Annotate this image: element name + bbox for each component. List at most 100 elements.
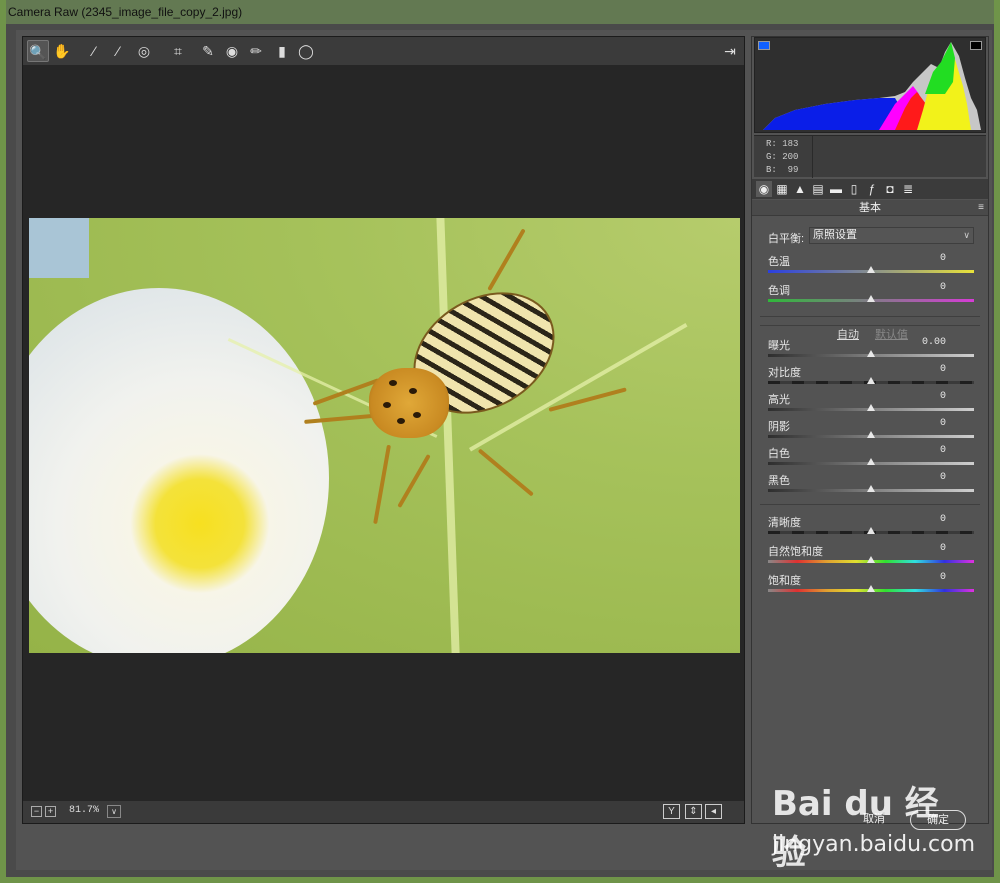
tab-presets-icon[interactable]: ≣	[900, 181, 916, 197]
zoom-tool-icon[interactable]: 🔍	[27, 40, 49, 62]
slider-label: 阴影	[768, 421, 790, 433]
color-sampler-tool-icon[interactable]: ⁄	[107, 40, 129, 62]
beetle-head	[369, 368, 449, 438]
slider-value-field[interactable]: 0	[940, 572, 946, 583]
watermark-url: jingyan.baidu.com	[772, 832, 976, 857]
slider-whites: 白色 0	[768, 445, 974, 471]
red-eye-tool-icon[interactable]: ◉	[221, 40, 243, 62]
hand-tool-icon[interactable]: ✋	[51, 40, 73, 62]
beetle-leg	[373, 444, 391, 525]
green-value: 200	[782, 152, 799, 162]
divider	[760, 325, 980, 326]
copy-settings-button[interactable]: ◂	[705, 804, 722, 819]
slider-value-field[interactable]: 0	[940, 445, 946, 456]
slider-value-field[interactable]: 0	[940, 391, 946, 402]
slider-highlights: 高光 0	[768, 391, 974, 417]
zoom-level: 81.7%	[69, 805, 100, 816]
blue-value: 99	[787, 165, 799, 175]
preview-area: 🔍 ✋ ⁄ ⁄ ◎ ⌗ ✎ ◉ ✏ ▮ ◯ ⇥ − + 81.7% ∨ Y ⇕ …	[22, 36, 745, 824]
slider-thumb[interactable]	[867, 404, 875, 411]
slider-thumb[interactable]	[867, 295, 875, 302]
slider-label: 白色	[768, 448, 790, 460]
rgb-readout: R: 183 G: 200 B: 99	[754, 135, 986, 178]
slider-blacks: 黑色 0	[768, 472, 974, 498]
slider-exposure: 曝光 0.00	[768, 337, 974, 363]
before-after-view-button[interactable]: Y	[663, 804, 680, 819]
slider-label: 对比度	[768, 367, 801, 379]
slider-clarity: 清晰度 0	[768, 514, 974, 540]
slider-label: 高光	[768, 394, 790, 406]
beetle-leg	[397, 454, 431, 508]
panel-menu-icon[interactable]: ≡	[978, 200, 984, 216]
slider-thumb[interactable]	[867, 266, 875, 273]
graduated-filter-icon[interactable]: ▮	[271, 40, 293, 62]
chevron-down-icon: ∨	[963, 230, 970, 240]
tab-basic-icon[interactable]: ◉	[756, 181, 772, 197]
tab-effects-icon[interactable]: ƒ	[864, 181, 880, 197]
slider-value-field[interactable]: 0	[940, 253, 946, 264]
slider-thumb[interactable]	[867, 527, 875, 534]
open-preferences-icon[interactable]: ⇥	[719, 40, 741, 62]
histogram-graph	[763, 42, 981, 130]
tool-bar: 🔍 ✋ ⁄ ⁄ ◎ ⌗ ✎ ◉ ✏ ▮ ◯ ⇥	[23, 37, 744, 65]
shadow-clipping-warning-icon[interactable]	[758, 41, 770, 50]
status-bar: − + 81.7% ∨ Y ⇕ ◂	[23, 801, 744, 823]
white-balance-select[interactable]: 原照设置 ∨	[809, 227, 974, 244]
slider-value-field[interactable]: 0	[940, 364, 946, 375]
highlight-clipping-warning-icon[interactable]	[970, 41, 982, 50]
panel-tabs: ◉ ▦ ▲ ▤ ▬ ▯ ƒ ◘ ≣	[752, 179, 988, 199]
targeted-adjustment-tool-icon[interactable]: ◎	[133, 40, 155, 62]
divider	[760, 316, 980, 317]
slider-thumb[interactable]	[867, 350, 875, 357]
flower-blur	[29, 288, 329, 653]
slider-saturation: 饱和度 0	[768, 572, 974, 598]
adjustment-brush-icon[interactable]: ✏	[245, 40, 267, 62]
radial-filter-icon[interactable]: ◯	[295, 40, 317, 62]
slider-value-field[interactable]: 0	[940, 282, 946, 293]
slider-value-field[interactable]: 0	[940, 472, 946, 483]
zoom-dropdown[interactable]: ∨	[107, 805, 121, 818]
slider-label: 色温	[768, 256, 790, 268]
slider-label: 色调	[768, 285, 790, 297]
swap-settings-button[interactable]: ⇕	[685, 804, 702, 819]
slider-thumb[interactable]	[867, 556, 875, 563]
divider	[760, 504, 980, 505]
dialog-body: 🔍 ✋ ⁄ ⁄ ◎ ⌗ ✎ ◉ ✏ ▮ ◯ ⇥ − + 81.7% ∨ Y ⇕ …	[16, 30, 992, 870]
tab-split-toning-icon[interactable]: ▬	[828, 181, 844, 197]
slider-vibrance: 自然饱和度 0	[768, 543, 974, 569]
slider-thumb[interactable]	[867, 485, 875, 492]
window-title: Camera Raw (2345_image_file_copy_2.jpg)	[6, 0, 994, 24]
white-balance-label: 白平衡:	[768, 233, 805, 245]
slider-contrast: 对比度 0	[768, 364, 974, 390]
slider-thumb[interactable]	[867, 377, 875, 384]
section-title: 基本 ≡	[752, 200, 988, 216]
beetle-leg	[477, 448, 534, 497]
white-balance-tool-icon[interactable]: ⁄	[83, 40, 105, 62]
baidu-watermark: Bai du 经验 jingyan.baidu.com	[772, 776, 975, 873]
slider-label: 黑色	[768, 475, 790, 487]
image-preview[interactable]	[29, 218, 740, 653]
zoom-out-button[interactable]: −	[31, 806, 42, 817]
red-value: 183	[782, 139, 799, 149]
slider-thumb[interactable]	[867, 585, 875, 592]
slider-value-field[interactable]: 0	[940, 543, 946, 554]
zoom-in-button[interactable]: +	[45, 806, 56, 817]
leaf-midrib	[436, 218, 460, 653]
slider-temp: 色温 0	[768, 253, 974, 279]
slider-value-field[interactable]: 0	[940, 418, 946, 429]
crop-tool-icon[interactable]: ⌗	[167, 40, 189, 62]
tab-tone-curve-icon[interactable]: ▦	[774, 181, 790, 197]
tab-detail-icon[interactable]: ▲	[792, 181, 808, 197]
tab-camera-calibration-icon[interactable]: ◘	[882, 181, 898, 197]
slider-thumb[interactable]	[867, 458, 875, 465]
beetle-leg	[487, 228, 526, 291]
slider-value-field[interactable]: 0.00	[922, 337, 946, 348]
slider-value-field[interactable]: 0	[940, 514, 946, 525]
baidu-logo: Bai du 经验	[772, 784, 939, 873]
tab-lens-corrections-icon[interactable]: ▯	[846, 181, 862, 197]
slider-label: 饱和度	[768, 575, 801, 587]
slider-thumb[interactable]	[867, 431, 875, 438]
spot-removal-tool-icon[interactable]: ✎	[197, 40, 219, 62]
slider-label: 曝光	[768, 340, 790, 352]
tab-hsl-icon[interactable]: ▤	[810, 181, 826, 197]
